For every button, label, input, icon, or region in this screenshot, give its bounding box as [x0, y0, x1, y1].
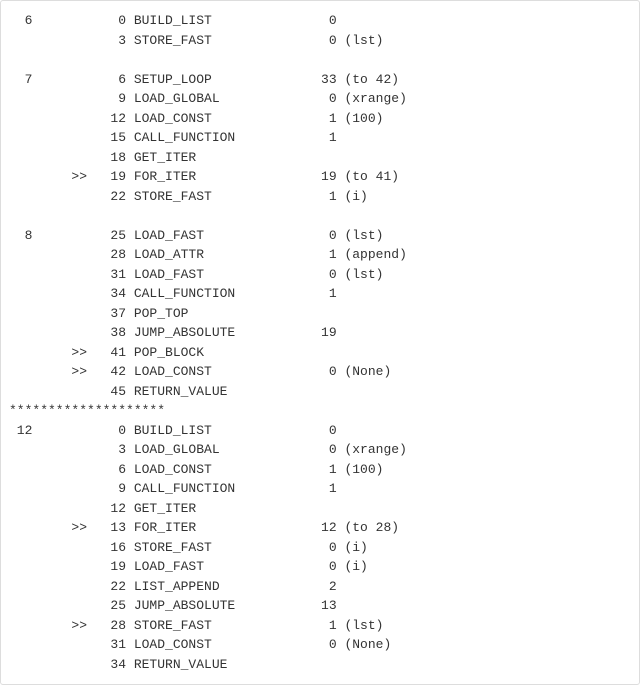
- code-line: 3 STORE_FAST 0 (lst): [9, 31, 631, 51]
- code-line: >> 13 FOR_ITER 12 (to 28): [9, 518, 631, 538]
- code-line: 7 6 SETUP_LOOP 33 (to 42): [9, 70, 631, 90]
- code-line: 12 LOAD_CONST 1 (100): [9, 109, 631, 129]
- code-line: 12 0 BUILD_LIST 0: [9, 421, 631, 441]
- code-line: 19 LOAD_FAST 0 (i): [9, 557, 631, 577]
- code-line: 16 STORE_FAST 0 (i): [9, 538, 631, 558]
- code-line: >> 28 STORE_FAST 1 (lst): [9, 616, 631, 636]
- code-line: 18 GET_ITER: [9, 148, 631, 168]
- code-line: >> 42 LOAD_CONST 0 (None): [9, 362, 631, 382]
- code-line: 8 25 LOAD_FAST 0 (lst): [9, 226, 631, 246]
- code-line: 34 RETURN_VALUE: [9, 655, 631, 675]
- code-line: [9, 206, 631, 226]
- code-line: >> 41 POP_BLOCK: [9, 343, 631, 363]
- code-line: 22 LIST_APPEND 2: [9, 577, 631, 597]
- code-line: [9, 50, 631, 70]
- code-line: >> 19 FOR_ITER 19 (to 41): [9, 167, 631, 187]
- code-line: 9 CALL_FUNCTION 1: [9, 479, 631, 499]
- code-line: 12 GET_ITER: [9, 499, 631, 519]
- code-line: 6 LOAD_CONST 1 (100): [9, 460, 631, 480]
- code-line: 34 CALL_FUNCTION 1: [9, 284, 631, 304]
- code-line: 45 RETURN_VALUE: [9, 382, 631, 402]
- bytecode-disassembly: 6 0 BUILD_LIST 0 3 STORE_FAST 0 (lst) 7 …: [0, 0, 640, 685]
- code-line: 31 LOAD_FAST 0 (lst): [9, 265, 631, 285]
- code-line: 31 LOAD_CONST 0 (None): [9, 635, 631, 655]
- code-line: 3 LOAD_GLOBAL 0 (xrange): [9, 440, 631, 460]
- code-line: 38 JUMP_ABSOLUTE 19: [9, 323, 631, 343]
- code-line: 15 CALL_FUNCTION 1: [9, 128, 631, 148]
- code-line: 37 POP_TOP: [9, 304, 631, 324]
- code-line: 28 LOAD_ATTR 1 (append): [9, 245, 631, 265]
- code-line: 25 JUMP_ABSOLUTE 13: [9, 596, 631, 616]
- code-line: 6 0 BUILD_LIST 0: [9, 11, 631, 31]
- code-line: 9 LOAD_GLOBAL 0 (xrange): [9, 89, 631, 109]
- separator-line: ********************: [9, 401, 631, 421]
- code-line: 22 STORE_FAST 1 (i): [9, 187, 631, 207]
